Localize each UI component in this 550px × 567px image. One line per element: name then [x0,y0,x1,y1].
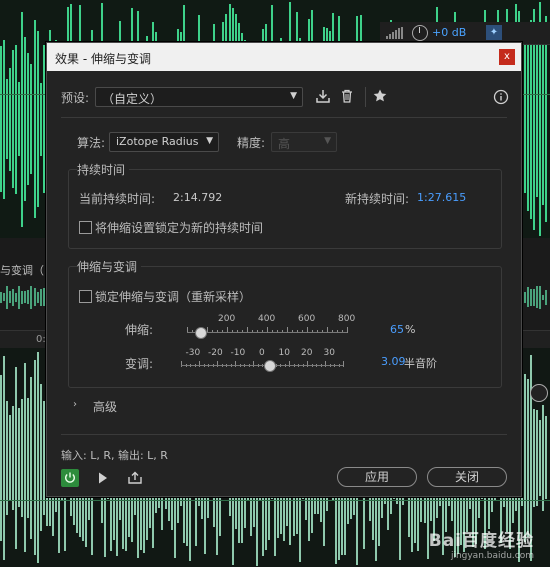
volume-db-value: +0 dB [432,26,467,39]
info-icon[interactable] [493,89,509,105]
stretch-pitch-dialog: 效果 - 伸缩与变调 x 预设: （自定义） ▼ 算法: iZotope Rad… [46,42,522,497]
time-ruler-label: 0: [36,334,46,345]
new-duration-label: 新持续时间: [345,192,410,206]
close-window-button[interactable]: x [499,49,515,65]
chevron-down-icon: ▼ [324,136,331,146]
slider-tick-label: -30 [185,348,201,358]
slider-tick-label: 200 [218,314,236,324]
lock-duration-label: 将伸缩设置锁定为新的持续时间 [95,221,264,235]
pitch-ticks [181,361,344,367]
slider-tick-label: 800 [338,314,356,324]
stretch-value[interactable]: 65 [390,323,404,336]
pin-icon[interactable]: ✦ [486,25,502,40]
dialog-title: 效果 - 伸缩与变调 [55,52,151,66]
precision-value: 高 [278,137,291,151]
current-duration-label: 当前持续时间: [79,192,156,206]
lock-stretch-pitch-checkbox[interactable] [79,290,92,303]
precision-dropdown: 高 ▼ [271,132,337,152]
waveform-center-line-bottom [0,500,550,501]
chevron-down-icon: ▼ [206,136,213,146]
duration-group-title: 持续时间 [77,161,130,178]
play-icon[interactable] [97,471,113,487]
slider-tick-label: -10 [230,348,246,358]
lock-duration-checkbox[interactable] [79,221,92,234]
advanced-toggle[interactable]: 高级 [93,398,117,415]
io-channels-text: 输入: L, R, 输出: L, R [61,449,168,462]
pitch-unit: 半音阶 [404,357,437,370]
algorithm-dropdown[interactable]: iZotope Radius ▼ [109,132,219,152]
apply-button[interactable]: 应用 [337,467,417,487]
close-button[interactable]: 关闭 [427,467,507,487]
slider-tick-label: 400 [258,314,276,324]
dialog-titlebar[interactable]: 效果 - 伸缩与变调 x [47,43,521,71]
slider-tick-label: 0 [259,348,265,358]
preset-label: 预设: [61,91,90,105]
volume-knob-lower[interactable] [530,384,548,402]
volume-knob[interactable] [412,25,428,41]
lock-stretch-pitch-label: 锁定伸缩与变调（重新采样） [95,290,252,304]
favorite-star-icon[interactable] [372,88,388,104]
slider-tick-label: 600 [298,314,316,324]
slider-tick-label: 20 [301,348,313,358]
save-preset-icon[interactable] [315,88,331,104]
stretch-pitch-group-title: 伸缩与变调 [77,258,142,275]
duration-group [68,169,502,249]
stretch-unit: % [405,323,416,336]
level-meter-icon [386,27,406,39]
power-toggle-icon[interactable] [61,469,79,487]
track-label: 与变调（ [0,264,44,277]
watermark: Bai百度经验 jingyan.baidu.com [429,526,534,561]
expand-chevron-icon[interactable]: › [73,399,77,410]
watermark-url: jingyan.baidu.com [450,551,534,561]
watermark-brand: Bai百度经验 [428,531,534,551]
stretch-label: 伸缩: [125,323,154,337]
slider-tick-label: -20 [208,348,223,358]
precision-label: 精度: [237,136,266,150]
slider-tick-label: 30 [323,348,335,358]
stretch-slider-thumb[interactable] [195,327,207,339]
slider-tick-label: 10 [278,348,290,358]
pitch-track[interactable] [181,365,343,366]
new-duration-value[interactable]: 1:27.615 [417,191,466,204]
algorithm-value: iZotope Radius [116,135,199,148]
stretch-track[interactable] [187,332,347,333]
loop-export-icon[interactable] [127,471,143,487]
chevron-down-icon: ▼ [290,91,297,101]
preset-value: （自定义） [102,92,163,106]
pitch-slider-thumb[interactable] [264,360,276,372]
current-duration-value: 2:14.792 [173,191,223,204]
algorithm-label: 算法: [77,136,106,150]
preset-dropdown[interactable]: （自定义） ▼ [95,87,303,107]
toolbar-separator [365,87,366,107]
trash-icon[interactable] [339,88,355,104]
divider [61,117,507,118]
pitch-label: 变调: [125,357,154,371]
pitch-value[interactable]: 3.09 [381,355,406,368]
divider-bottom [61,434,507,435]
